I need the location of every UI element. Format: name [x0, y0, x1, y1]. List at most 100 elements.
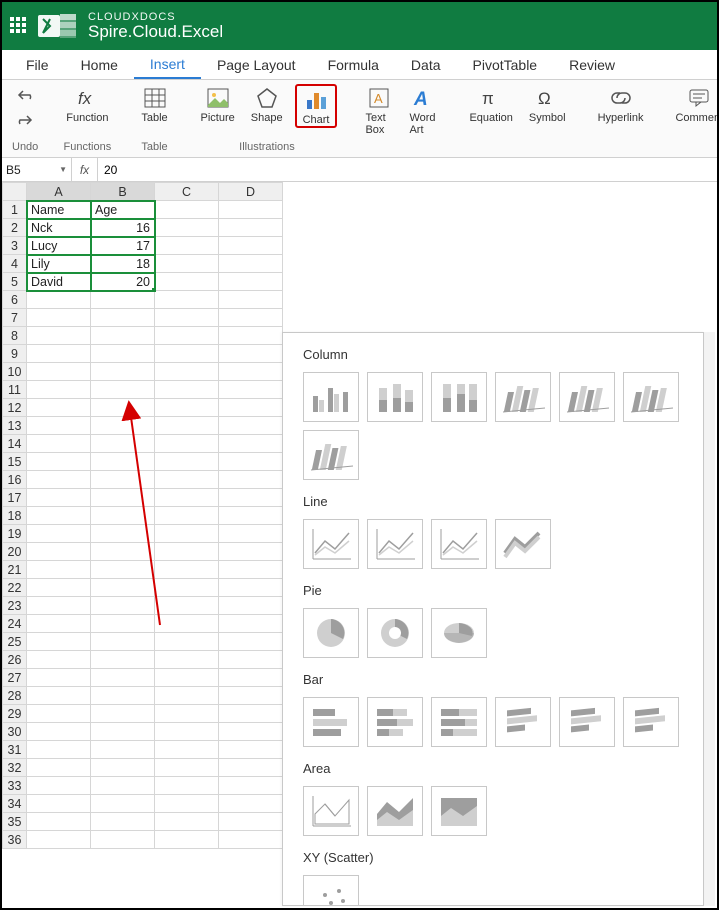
cell-C31[interactable] [155, 741, 219, 759]
row-header-14[interactable]: 14 [3, 435, 27, 453]
cell-A5[interactable]: David [27, 273, 91, 291]
cell-B28[interactable] [91, 687, 155, 705]
cell-B15[interactable] [91, 453, 155, 471]
cell-B3[interactable]: 17 [91, 237, 155, 255]
cell-D35[interactable] [219, 813, 283, 831]
app-launcher-icon[interactable] [10, 17, 28, 35]
cell-A4[interactable]: Lily [27, 255, 91, 273]
cell-A35[interactable] [27, 813, 91, 831]
row-header-1[interactable]: 1 [3, 201, 27, 219]
row-header-28[interactable]: 28 [3, 687, 27, 705]
cell-B2[interactable]: 16 [91, 219, 155, 237]
cell-C30[interactable] [155, 723, 219, 741]
cell-D21[interactable] [219, 561, 283, 579]
cell-A25[interactable] [27, 633, 91, 651]
cell-D9[interactable] [219, 345, 283, 363]
col-header-D[interactable]: D [219, 183, 283, 201]
symbol-button[interactable]: Ω Symbol [525, 84, 570, 126]
cell-C7[interactable] [155, 309, 219, 327]
redo-button[interactable] [16, 113, 34, 130]
row-header-9[interactable]: 9 [3, 345, 27, 363]
cell-A19[interactable] [27, 525, 91, 543]
cell-B4[interactable]: 18 [91, 255, 155, 273]
tab-page-layout[interactable]: Page Layout [201, 50, 312, 79]
cell-C1[interactable] [155, 201, 219, 219]
text-box-button[interactable]: A Text Box [361, 84, 397, 138]
row-header-13[interactable]: 13 [3, 417, 27, 435]
cell-D31[interactable] [219, 741, 283, 759]
cell-B20[interactable] [91, 543, 155, 561]
chart-type-3d-column[interactable] [303, 430, 359, 480]
cell-A7[interactable] [27, 309, 91, 327]
chart-type-3d-stacked-bar[interactable] [559, 697, 615, 747]
cell-D17[interactable] [219, 489, 283, 507]
row-header-29[interactable]: 29 [3, 705, 27, 723]
cell-D12[interactable] [219, 399, 283, 417]
row-header-22[interactable]: 22 [3, 579, 27, 597]
cell-B31[interactable] [91, 741, 155, 759]
fx-icon[interactable]: fx [72, 158, 98, 181]
cell-A27[interactable] [27, 669, 91, 687]
cell-B35[interactable] [91, 813, 155, 831]
row-header-32[interactable]: 32 [3, 759, 27, 777]
cell-D14[interactable] [219, 435, 283, 453]
chart-type-3d-stacked-column[interactable] [559, 372, 615, 422]
cell-B34[interactable] [91, 795, 155, 813]
cell-A36[interactable] [27, 831, 91, 849]
chart-type-clustered-bar[interactable] [303, 697, 359, 747]
cell-C29[interactable] [155, 705, 219, 723]
cell-C3[interactable] [155, 237, 219, 255]
chart-type-area[interactable] [303, 786, 359, 836]
cell-D27[interactable] [219, 669, 283, 687]
cell-A12[interactable] [27, 399, 91, 417]
table-button[interactable]: Table [137, 84, 173, 126]
cell-D32[interactable] [219, 759, 283, 777]
cell-C16[interactable] [155, 471, 219, 489]
cell-D18[interactable] [219, 507, 283, 525]
col-header-B[interactable]: B [91, 183, 155, 201]
cell-C36[interactable] [155, 831, 219, 849]
chart-type-clustered-column[interactable] [303, 372, 359, 422]
tab-pivot-table[interactable]: PivotTable [457, 50, 554, 79]
row-header-27[interactable]: 27 [3, 669, 27, 687]
row-header-4[interactable]: 4 [3, 255, 27, 273]
cell-C17[interactable] [155, 489, 219, 507]
cell-D3[interactable] [219, 237, 283, 255]
cell-A30[interactable] [27, 723, 91, 741]
cell-D5[interactable] [219, 273, 283, 291]
chart-type-3d-clustered-column[interactable] [495, 372, 551, 422]
cell-C6[interactable] [155, 291, 219, 309]
chart-type-100-stacked-area[interactable] [431, 786, 487, 836]
row-header-24[interactable]: 24 [3, 615, 27, 633]
picture-button[interactable]: Picture [197, 84, 239, 126]
row-header-19[interactable]: 19 [3, 525, 27, 543]
col-header-C[interactable]: C [155, 183, 219, 201]
cell-A17[interactable] [27, 489, 91, 507]
chart-type-stacked-column[interactable] [367, 372, 423, 422]
cell-A13[interactable] [27, 417, 91, 435]
row-header-36[interactable]: 36 [3, 831, 27, 849]
chart-type-100-stacked-bar[interactable] [431, 697, 487, 747]
cell-A3[interactable]: Lucy [27, 237, 91, 255]
tab-file[interactable]: File [10, 50, 65, 79]
cell-D28[interactable] [219, 687, 283, 705]
cell-A9[interactable] [27, 345, 91, 363]
row-header-17[interactable]: 17 [3, 489, 27, 507]
chart-type-scatter[interactable] [303, 875, 359, 906]
cell-D2[interactable] [219, 219, 283, 237]
chart-type-pie[interactable] [303, 608, 359, 658]
cell-C21[interactable] [155, 561, 219, 579]
cell-B23[interactable] [91, 597, 155, 615]
cell-C2[interactable] [155, 219, 219, 237]
cell-A18[interactable] [27, 507, 91, 525]
cell-A21[interactable] [27, 561, 91, 579]
row-header-25[interactable]: 25 [3, 633, 27, 651]
select-all-corner[interactable] [3, 183, 27, 201]
cell-B14[interactable] [91, 435, 155, 453]
cell-B16[interactable] [91, 471, 155, 489]
cell-A31[interactable] [27, 741, 91, 759]
cell-A32[interactable] [27, 759, 91, 777]
cell-D8[interactable] [219, 327, 283, 345]
cell-B29[interactable] [91, 705, 155, 723]
cell-B6[interactable] [91, 291, 155, 309]
